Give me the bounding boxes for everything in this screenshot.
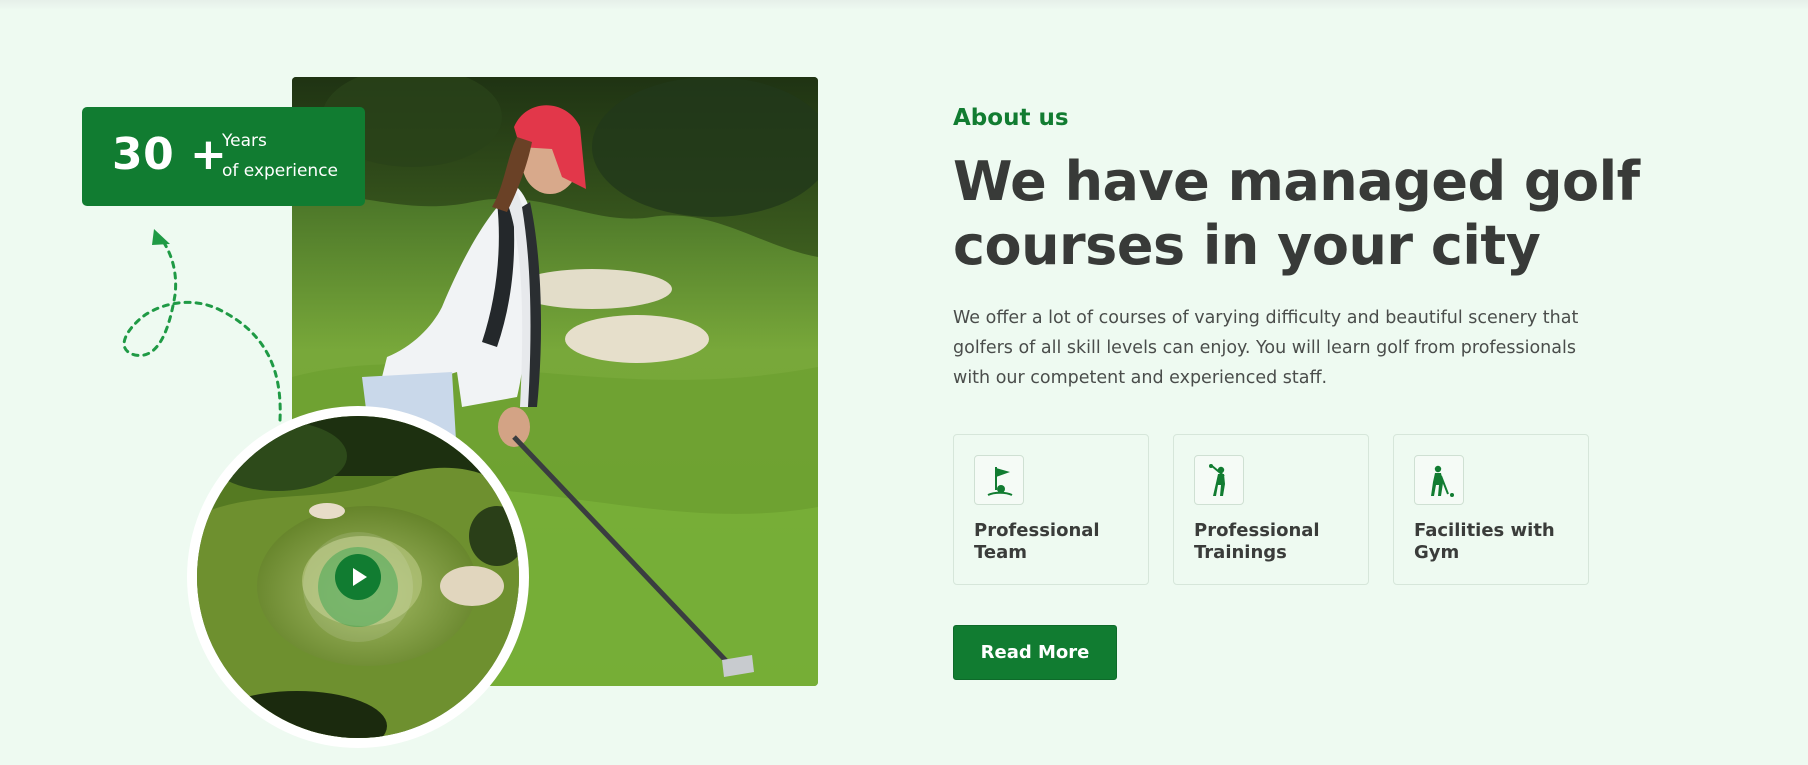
dashed-arrow-decoration	[100, 225, 300, 435]
section-description: We offer a lot of courses of varying dif…	[953, 308, 1579, 388]
feature-label: Professional Team	[974, 520, 1100, 563]
feature-label: Facilities with Gym	[1414, 520, 1555, 563]
golfer-swing-icon	[1194, 455, 1244, 505]
read-more-button[interactable]: Read More	[953, 625, 1117, 680]
feature-card-facilities-gym: Facilities with Gym	[1393, 434, 1589, 585]
play-icon	[353, 568, 367, 586]
experience-number: 30 +	[112, 129, 228, 180]
golf-flag-icon	[974, 455, 1024, 505]
golfer-putting-icon	[1414, 455, 1464, 505]
section-eyebrow: About us	[953, 105, 1069, 131]
section-headline: We have managed golf courses in your cit…	[953, 150, 1640, 277]
experience-label-years: Years	[222, 131, 267, 151]
experience-badge: 30 + Years of experience	[82, 107, 365, 206]
feature-card-professional-team: Professional Team	[953, 434, 1149, 585]
experience-label-experience: of experience	[222, 161, 339, 181]
video-thumbnail[interactable]	[187, 406, 529, 748]
play-video-button[interactable]	[335, 554, 381, 600]
top-divider	[0, 0, 1808, 10]
feature-label: Professional Trainings	[1194, 520, 1320, 563]
feature-card-professional-trainings: Professional Trainings	[1173, 434, 1369, 585]
